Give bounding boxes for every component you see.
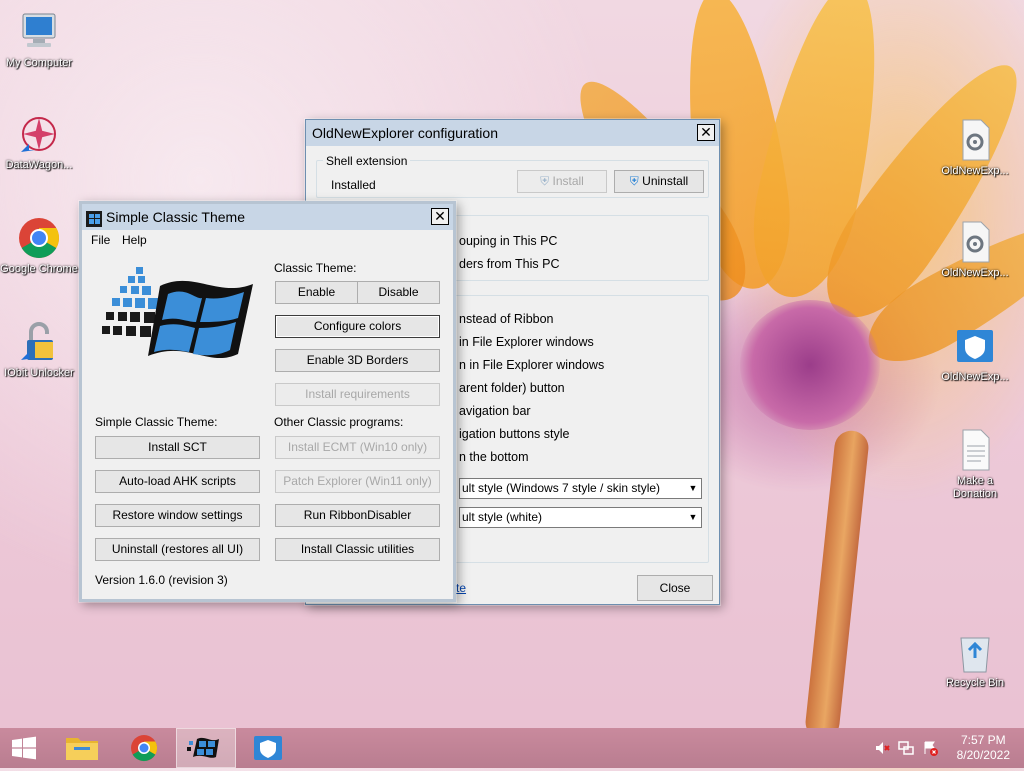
install-requirements-button[interactable]: Install requirements [275, 383, 440, 406]
windows-flag-icon [187, 737, 219, 758]
folder-icon [66, 738, 98, 760]
menu-file[interactable]: File [91, 233, 110, 247]
autoload-ahk-button[interactable]: Auto-load AHK scripts [95, 470, 260, 493]
clock-date: 8/20/2022 [956, 748, 1010, 762]
volume-muted-icon[interactable] [874, 740, 890, 759]
desktop-icon-label: OldNewExp... [941, 371, 1009, 383]
chrome-icon [17, 216, 61, 260]
shield-folder-icon [953, 324, 997, 368]
desktop-icon-make-a-donation[interactable]: Make a Donation [936, 428, 1014, 501]
action-center-icon[interactable] [922, 740, 938, 759]
desktop-icon-datawagon[interactable]: DataWagon... [0, 112, 78, 172]
classic-theme-label: Classic Theme: [274, 261, 357, 275]
close-window-button[interactable]: ✕ [431, 208, 449, 225]
menu-bar: File Help [82, 230, 453, 250]
desktop-icon-label: Recycle Bin [945, 677, 1005, 689]
uninstall-sct-button[interactable]: Uninstall (restores all UI) [95, 538, 260, 561]
taskbar: 7:57 PM 8/20/2022 [0, 728, 1024, 768]
appearance-option-7[interactable]: n the bottom [459, 450, 529, 464]
other-programs-label: Other Classic programs: [274, 415, 404, 429]
window-titlebar[interactable]: Simple Classic Theme ✕ [82, 204, 453, 230]
taskbar-file-explorer[interactable] [52, 728, 112, 768]
desktop-icon-label: Make a Donation [952, 475, 998, 500]
behavior-option-1[interactable]: ouping in This PC [459, 234, 557, 248]
windows-start-icon [12, 736, 36, 760]
close-button[interactable]: Close [637, 575, 713, 601]
windows-flag-icon [86, 209, 102, 227]
appearance-option-1[interactable]: nstead of Ribbon [459, 312, 554, 326]
computer-icon [17, 10, 61, 54]
appearance-option-3[interactable]: n in File Explorer windows [459, 358, 604, 372]
run-ribbondisabler-button[interactable]: Run RibbonDisabler [275, 504, 440, 527]
desktop-icon-label: My Computer [5, 57, 73, 69]
close-icon: ✕ [434, 208, 446, 224]
clock[interactable]: 7:57 PM 8/20/2022 [957, 733, 1010, 763]
desktop-icon-iobit-unlocker[interactable]: IObit Unlocker [0, 320, 78, 380]
menu-help[interactable]: Help [122, 233, 147, 247]
desktop-icon-recycle-bin[interactable]: Recycle Bin [936, 630, 1014, 690]
desktop-icon-my-computer[interactable]: My Computer [0, 10, 78, 70]
desktop-icon-label: OldNewExp... [941, 267, 1009, 279]
desktop-icon-oldnewexplorer-1[interactable]: OldNewExp... [936, 118, 1014, 178]
shell-extension-group: Shell extension Installed ⛨ Install ⛨ Un… [316, 154, 709, 198]
desktop-icon-label: DataWagon... [5, 159, 73, 171]
windows-logo-icon [98, 264, 258, 394]
appearance-option-4[interactable]: arent folder) button [459, 381, 565, 395]
datawagon-icon [17, 112, 61, 156]
navigation-style-select[interactable]: ult style (Windows 7 style / skin style)… [459, 478, 702, 499]
shield-icon [254, 736, 282, 760]
window-titlebar[interactable]: OldNewExplorer configuration ✕ [306, 120, 719, 146]
configure-colors-button[interactable]: Configure colors [275, 315, 440, 338]
disable-button[interactable]: Disable [357, 281, 440, 304]
simple-classic-theme-window: Simple Classic Theme ✕ File Help Classic… [79, 201, 456, 602]
enable-button[interactable]: Enable [275, 281, 358, 304]
start-button[interactable] [0, 728, 48, 768]
text-file-icon [953, 428, 997, 472]
desktop-icon-oldnewexplorer-3[interactable]: OldNewExp... [936, 324, 1014, 384]
install-button[interactable]: ⛨ Install [517, 170, 607, 193]
enable-3d-borders-button[interactable]: Enable 3D Borders [275, 349, 440, 372]
behavior-option-2[interactable]: ders from This PC [459, 257, 560, 271]
network-icon[interactable] [898, 740, 914, 759]
chevron-down-icon: ▼ [688, 483, 698, 493]
appearance-option-6[interactable]: igation buttons style [459, 427, 570, 441]
chevron-down-icon: ▼ [688, 512, 698, 522]
sct-section-label: Simple Classic Theme: [95, 415, 218, 429]
taskbar-oldnewexplorer[interactable] [238, 728, 298, 768]
restore-window-settings-button[interactable]: Restore window settings [95, 504, 260, 527]
unlocker-icon [17, 320, 61, 364]
version-text: Version 1.6.0 (revision 3) [95, 573, 228, 587]
desktop-icon-oldnewexplorer-2[interactable]: OldNewExp... [936, 220, 1014, 280]
desktop-icon-label: Google Chrome [0, 263, 78, 275]
window-title: OldNewExplorer configuration [312, 125, 498, 141]
taskbar-chrome[interactable] [114, 728, 174, 768]
patch-explorer-button[interactable]: Patch Explorer (Win11 only) [275, 470, 440, 493]
desktop-icon-label: OldNewExp... [941, 165, 1009, 177]
uninstall-button[interactable]: ⛨ Uninstall [614, 170, 704, 193]
install-ecmt-button[interactable]: Install ECMT (Win10 only) [275, 436, 440, 459]
group-label: Shell extension [323, 154, 411, 168]
install-sct-button[interactable]: Install SCT [95, 436, 260, 459]
window-title: Simple Classic Theme [106, 209, 246, 225]
settings-file-icon [953, 220, 997, 264]
settings-file-icon [953, 118, 997, 162]
desktop-icon-label: IObit Unlocker [4, 367, 74, 379]
shield-icon: ⛨ [629, 174, 639, 188]
chrome-icon [131, 735, 158, 762]
website-link[interactable]: te [456, 581, 466, 595]
clock-time: 7:57 PM [960, 733, 1006, 747]
status-text: Installed [331, 178, 376, 192]
system-tray [872, 738, 942, 758]
appearance-option-2[interactable]: in File Explorer windows [459, 335, 594, 349]
color-style-select[interactable]: ult style (white) ▼ [459, 507, 702, 528]
recycle-bin-icon [953, 630, 997, 674]
close-window-button[interactable]: ✕ [697, 124, 715, 141]
shield-icon: ⛨ [540, 174, 550, 188]
desktop-icon-google-chrome[interactable]: Google Chrome [0, 216, 78, 276]
taskbar-simple-classic-theme[interactable] [176, 728, 236, 768]
install-classic-utilities-button[interactable]: Install Classic utilities [275, 538, 440, 561]
appearance-option-5[interactable]: avigation bar [459, 404, 531, 418]
close-icon: ✕ [700, 124, 712, 140]
